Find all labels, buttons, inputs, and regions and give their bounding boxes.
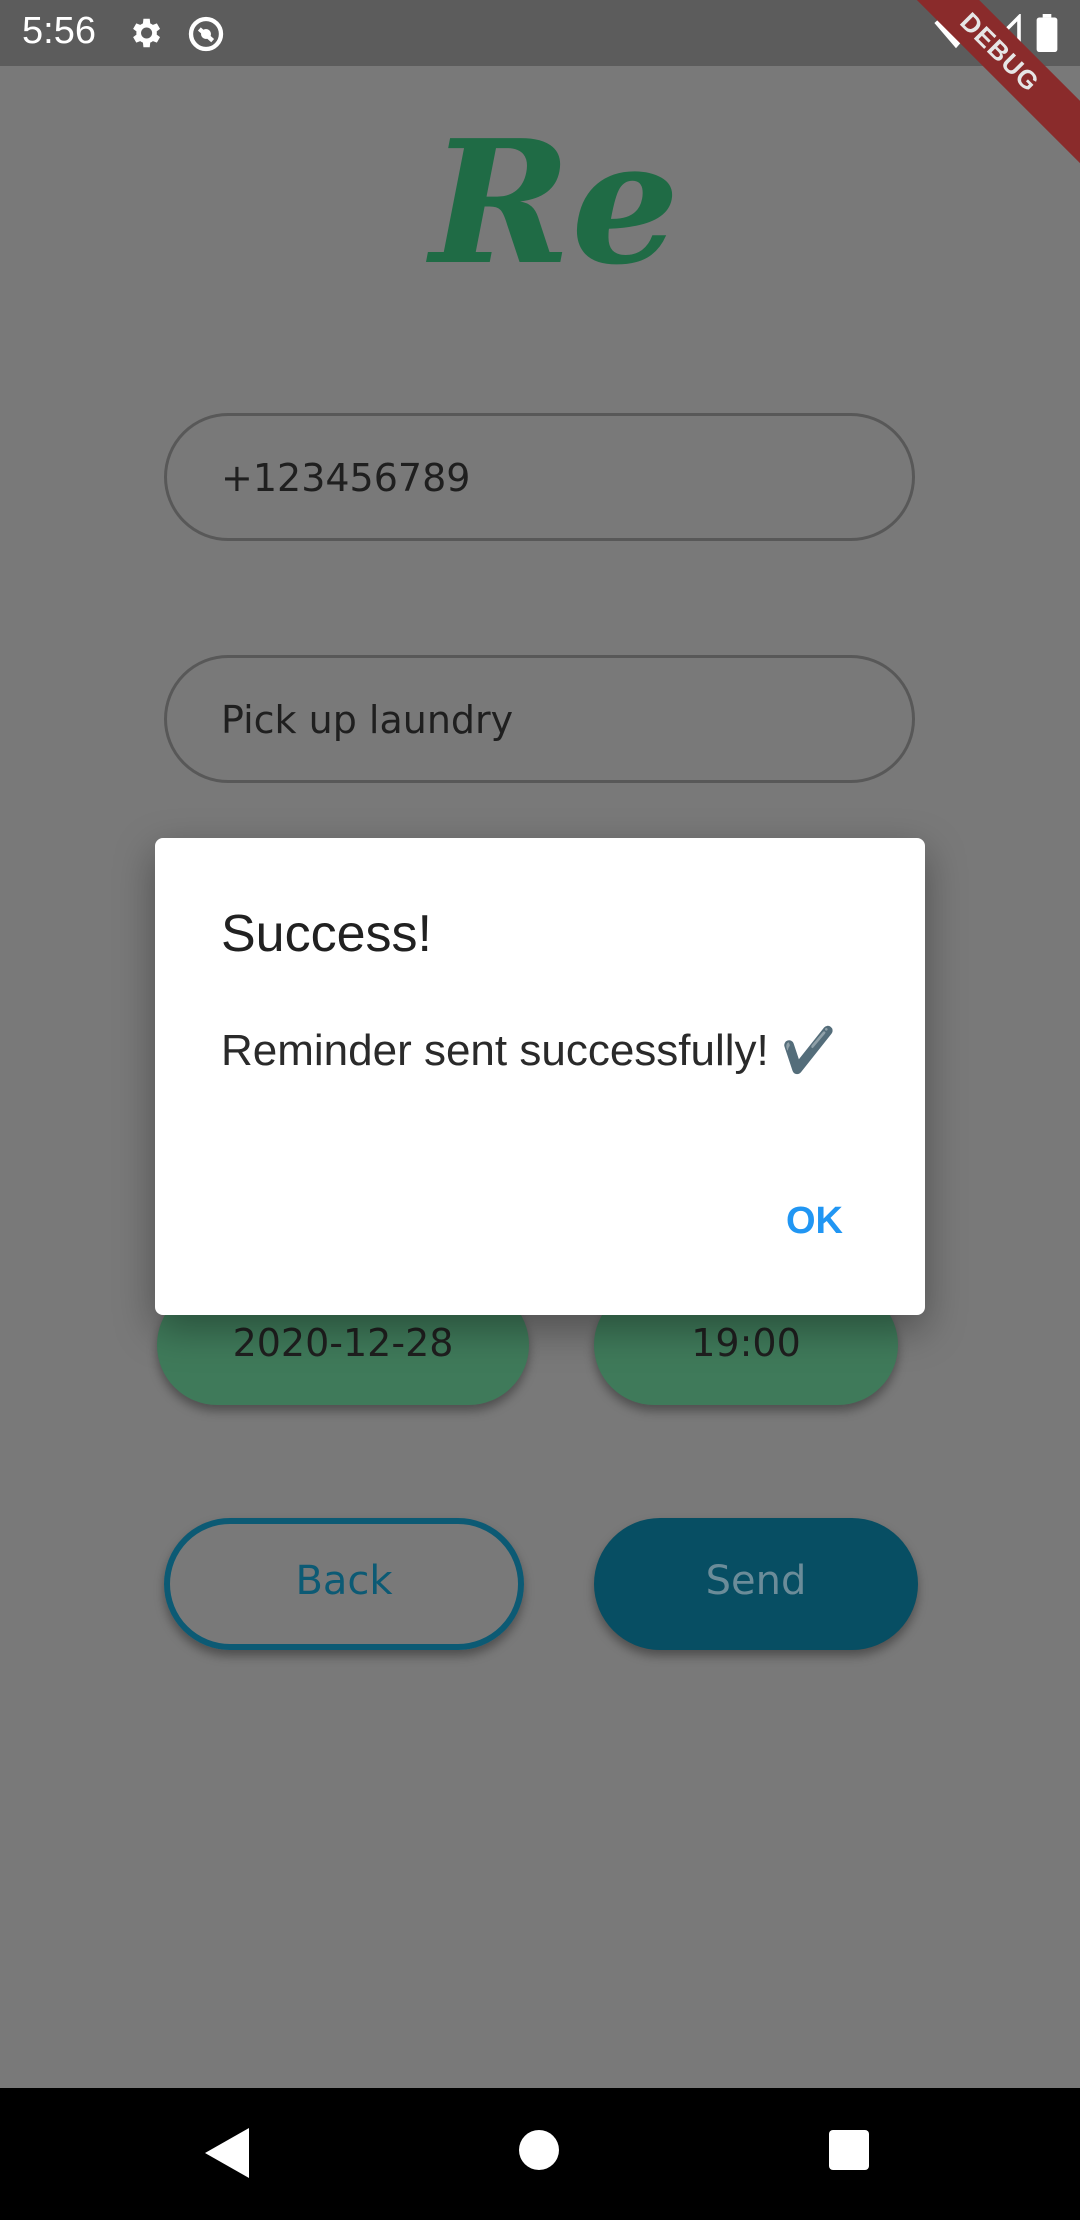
send-button-label: Send	[705, 1558, 807, 1604]
back-button-label: Back	[295, 1558, 393, 1604]
time-value: 19:00	[691, 1321, 801, 1365]
ok-button[interactable]: OK	[786, 1200, 843, 1243]
reminder-text-value: Pick up laundry	[221, 698, 514, 742]
status-time: 5:56	[22, 10, 96, 52]
dialog-title: Success!	[221, 905, 432, 963]
back-icon[interactable]	[205, 2128, 249, 2182]
battery-icon	[1036, 14, 1058, 56]
send-button[interactable]: Send	[594, 1518, 918, 1650]
date-value: 2020-12-28	[232, 1321, 454, 1365]
navigation-bar	[0, 2088, 1080, 2220]
gear-icon	[126, 14, 164, 56]
phone-number-value: +123456789	[221, 456, 471, 500]
reminder-text-field[interactable]: Pick up laundry	[164, 655, 915, 783]
success-dialog: Success! Reminder sent successfully! ✔️ …	[155, 838, 925, 1315]
sync-icon	[186, 14, 226, 58]
status-bar: 5:56	[0, 0, 1080, 66]
home-icon[interactable]	[517, 2128, 561, 2176]
recents-icon[interactable]	[827, 2128, 871, 2176]
dialog-message: Reminder sent successfully! ✔️	[221, 1026, 836, 1075]
back-button[interactable]: Back	[164, 1518, 524, 1650]
phone-number-field[interactable]: +123456789	[164, 413, 915, 541]
app-logo: Re	[430, 103, 680, 303]
